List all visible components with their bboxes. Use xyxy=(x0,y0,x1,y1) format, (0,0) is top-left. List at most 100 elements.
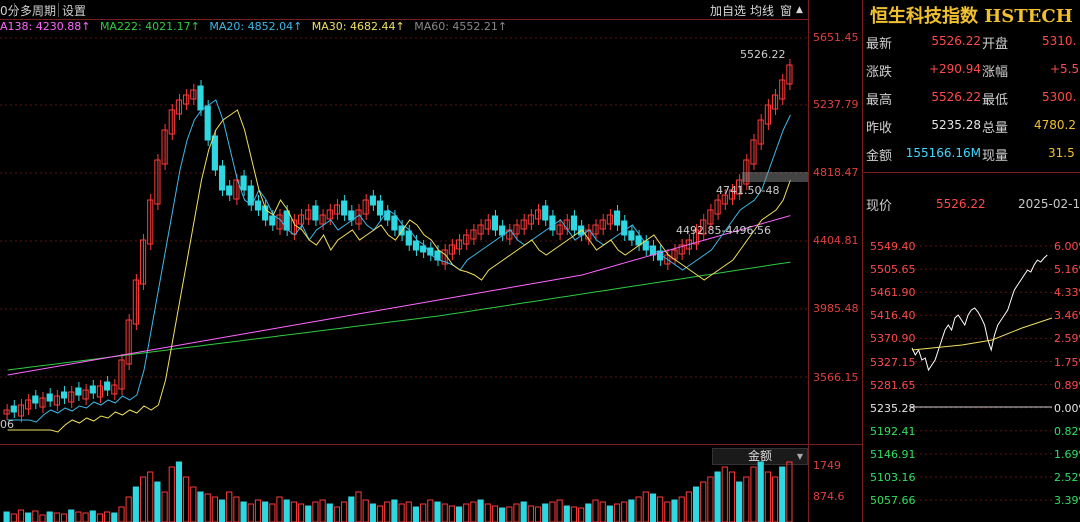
volume-bar xyxy=(53,512,60,522)
volume-bar xyxy=(434,501,441,522)
volume-bar xyxy=(168,466,175,522)
price-axis-label: 5651.45 xyxy=(813,31,859,44)
candle-body xyxy=(628,230,635,241)
quote-label: 现量 xyxy=(982,149,1009,164)
add-watchlist-button[interactable]: 加自选 xyxy=(710,2,746,19)
volume-bar xyxy=(570,506,578,522)
volume-bar xyxy=(384,501,391,522)
volume-bar xyxy=(362,499,369,522)
volume-bar xyxy=(534,506,542,522)
volume-bar xyxy=(312,501,319,522)
volume-bar xyxy=(125,496,132,522)
price-axis-label: 4818.47 xyxy=(813,166,859,179)
quote-label: 最低 xyxy=(982,93,1009,108)
volume-bar xyxy=(154,481,161,522)
volume-bar xyxy=(183,476,190,522)
ma-lines-button[interactable]: 均线 xyxy=(750,2,774,19)
candle-body xyxy=(405,230,412,246)
volume-bar xyxy=(671,499,678,522)
volume-bar xyxy=(190,486,197,522)
ma-line xyxy=(7,215,791,376)
volume-bar xyxy=(692,486,700,522)
volume-bar xyxy=(233,496,240,522)
volume-bar xyxy=(96,513,104,522)
candle-body xyxy=(283,210,290,231)
volume-bar xyxy=(104,511,111,522)
volume-bar xyxy=(585,503,592,522)
volume-bar xyxy=(700,481,707,522)
volume-bar xyxy=(398,503,405,522)
volume-bar xyxy=(240,501,247,522)
volume-bar xyxy=(262,501,269,522)
volume-bar xyxy=(635,496,642,522)
candle-body xyxy=(204,105,211,141)
intraday-percent-label: 5.16% xyxy=(1054,263,1080,277)
quote-label: 最新 xyxy=(866,37,893,52)
volume-bar xyxy=(333,506,341,522)
candle-body xyxy=(111,384,118,395)
candle-body xyxy=(621,220,628,236)
volume-bar xyxy=(10,513,17,522)
volume-bar xyxy=(664,501,671,522)
volume-bar xyxy=(628,499,635,522)
candle-body xyxy=(534,209,542,220)
volume-bar xyxy=(326,503,333,522)
candle-body xyxy=(226,185,233,196)
tab-settings[interactable]: 设置 xyxy=(62,2,86,19)
quote-label: 最高 xyxy=(866,93,893,108)
candle-body xyxy=(757,119,764,145)
current-price-label: 现价 xyxy=(866,199,893,214)
volume-bar xyxy=(642,491,649,522)
price-axis-label: 5237.79 xyxy=(813,98,859,111)
quote-date: 2025-02-14, xyxy=(1018,197,1080,211)
candle-body xyxy=(104,381,111,391)
candle-body xyxy=(491,215,499,231)
quote-label: 金额 xyxy=(866,149,893,164)
volume-bar xyxy=(427,499,434,522)
volume-bar xyxy=(736,481,743,522)
volume-bar xyxy=(606,505,613,522)
volume-bar xyxy=(211,496,218,522)
quote-label: 开盘 xyxy=(982,37,1009,52)
tab-multi-period[interactable]: 多周期 xyxy=(20,2,56,19)
quote-value: 5526.22 xyxy=(931,90,981,104)
volume-bar xyxy=(621,501,628,522)
candle-body xyxy=(32,395,39,404)
volume-bar xyxy=(786,461,793,522)
candle-body xyxy=(771,94,779,110)
collapse-up-icon[interactable]: ▲ xyxy=(796,5,803,15)
quote-label: 总量 xyxy=(982,121,1009,136)
tab-minute[interactable]: 0分 xyxy=(0,2,20,19)
volume-bar xyxy=(728,471,736,522)
candle-body xyxy=(570,215,578,231)
volume-bar xyxy=(455,506,463,522)
volume-bar xyxy=(477,499,484,522)
volume-bar xyxy=(779,466,786,522)
gap-range-annotation: 4492.85-4496.56 xyxy=(676,224,771,237)
candle-body xyxy=(10,405,17,413)
volume-bar xyxy=(578,507,585,522)
candle-body xyxy=(60,391,68,399)
gap-range-annotation: 4741.50-48 xyxy=(716,184,780,197)
candle-body xyxy=(549,215,556,231)
intraday-price-label: 5057.66 xyxy=(870,494,916,508)
volume-bar xyxy=(118,506,125,522)
volume-bar xyxy=(506,506,513,522)
volume-bar xyxy=(60,513,68,522)
volume-bar xyxy=(771,476,779,522)
price-axis-label: 3566.15 xyxy=(813,371,859,384)
volume-bar xyxy=(542,503,549,522)
candle-body xyxy=(384,210,391,221)
intraday-price-label: 5327.15 xyxy=(870,355,916,369)
intraday-avg-line xyxy=(911,317,1053,351)
candle-body xyxy=(269,215,276,226)
volume-bar xyxy=(714,471,721,522)
volume-bar xyxy=(470,501,477,522)
volume-bar xyxy=(226,491,233,522)
panel-section-divider xyxy=(862,172,1080,173)
volume-bar xyxy=(204,493,211,522)
intraday-price-label: 5461.90 xyxy=(870,286,916,300)
intraday-percent-label: 2.59% xyxy=(1054,332,1080,346)
candle-body xyxy=(376,200,384,216)
window-button[interactable]: 窗 xyxy=(780,2,792,19)
